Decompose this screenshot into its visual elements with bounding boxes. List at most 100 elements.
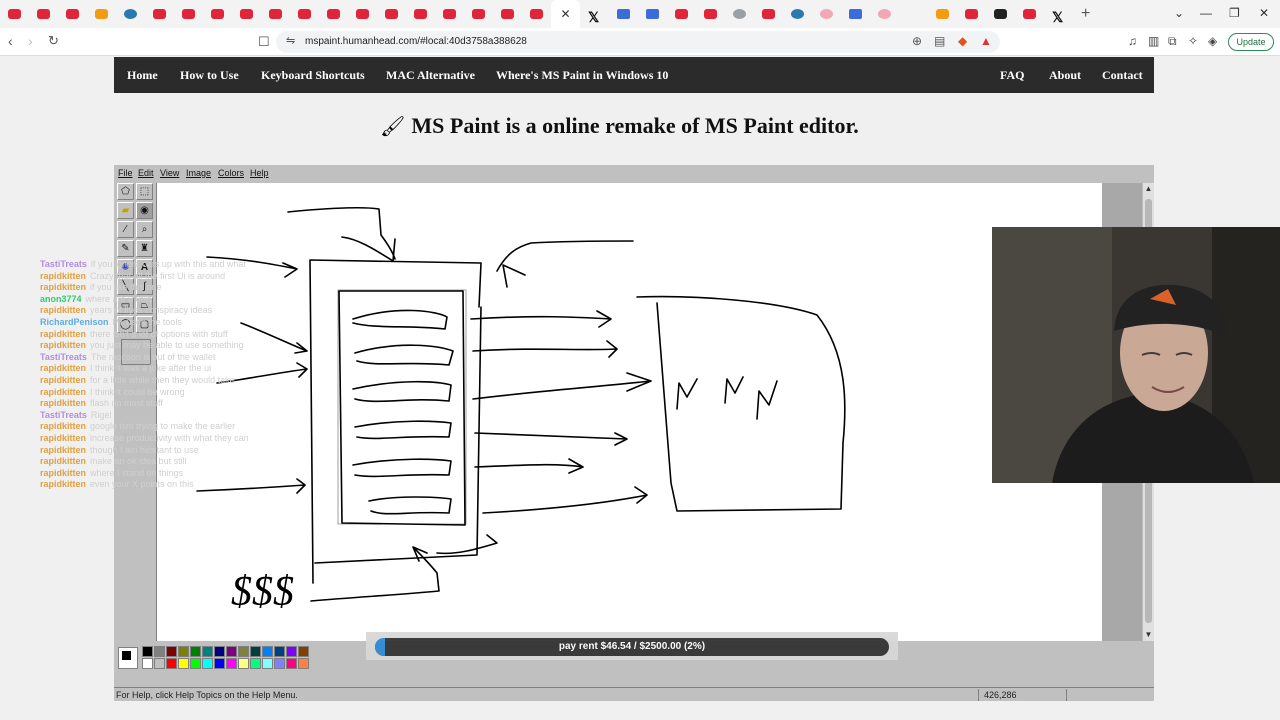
browser-tab[interactable] xyxy=(464,0,493,28)
palette-swatch[interactable] xyxy=(286,658,297,669)
brush-tool-icon[interactable]: ♜ xyxy=(136,240,153,257)
palette-swatch[interactable] xyxy=(286,646,297,657)
bookmark-icon[interactable]: ☐ xyxy=(258,34,270,50)
browser-tab[interactable] xyxy=(725,0,754,28)
palette-swatch[interactable] xyxy=(250,646,261,657)
palette-swatch[interactable] xyxy=(154,646,165,657)
nav-home[interactable]: Home xyxy=(127,68,158,83)
back-icon[interactable]: ‹ xyxy=(8,33,13,49)
palette-swatch[interactable] xyxy=(202,646,213,657)
nav-how-to-use[interactable]: How to Use xyxy=(180,68,239,83)
nav-wheres-ms-paint[interactable]: Where's MS Paint in Windows 10 xyxy=(496,68,668,83)
color-picker-tool-icon[interactable]: ⁄ xyxy=(117,221,134,238)
palette-swatch[interactable] xyxy=(214,658,225,669)
screenshot-icon[interactable]: ⧉ xyxy=(1168,34,1177,49)
browser-tab[interactable] xyxy=(261,0,290,28)
free-select-tool-icon[interactable]: ⬠ xyxy=(117,183,134,200)
browser-tab[interactable] xyxy=(232,0,261,28)
browser-tab[interactable] xyxy=(609,0,638,28)
forward-icon[interactable]: › xyxy=(28,33,33,49)
palette-swatch[interactable] xyxy=(226,646,237,657)
browser-tab[interactable] xyxy=(754,0,783,28)
url-text[interactable]: mspaint.humanhead.com/#local:40d3758a388… xyxy=(305,36,527,47)
browser-tab[interactable] xyxy=(986,0,1015,28)
browser-tab[interactable] xyxy=(0,0,29,28)
scroll-down-icon[interactable]: ▼ xyxy=(1143,629,1154,640)
fill-tool-icon[interactable]: ◉ xyxy=(136,202,153,219)
menu-help[interactable]: Help xyxy=(250,168,269,178)
magnifier-tool-icon[interactable]: ⌕ xyxy=(136,221,153,238)
menu-image[interactable]: Image xyxy=(186,168,211,178)
palette-swatch[interactable] xyxy=(190,658,201,669)
browser-tab[interactable] xyxy=(203,0,232,28)
menu-edit[interactable]: Edit xyxy=(138,168,154,178)
palette-swatch[interactable] xyxy=(298,658,309,669)
pencil-tool-icon[interactable]: ✎ xyxy=(117,240,134,257)
palette-swatch[interactable] xyxy=(166,658,177,669)
close-tab-icon[interactable]: ✕ xyxy=(560,7,570,21)
palette-swatch[interactable] xyxy=(142,658,153,669)
nav-about[interactable]: About xyxy=(1049,68,1081,83)
browser-tab[interactable] xyxy=(638,0,667,28)
browser-tab[interactable]: 𝕏 xyxy=(580,0,609,28)
palette-swatch[interactable] xyxy=(178,646,189,657)
close-window-icon[interactable]: ✕ xyxy=(1259,6,1269,20)
palette-swatch[interactable] xyxy=(142,646,153,657)
zoom-icon[interactable]: ⊕ xyxy=(912,34,922,48)
browser-tab[interactable] xyxy=(667,0,696,28)
palette-swatch[interactable] xyxy=(154,658,165,669)
browser-tab[interactable] xyxy=(87,0,116,28)
browser-tab[interactable] xyxy=(899,0,928,28)
browser-tab[interactable] xyxy=(58,0,87,28)
minimize-icon[interactable]: — xyxy=(1200,6,1212,20)
vpn-icon[interactable]: ◈ xyxy=(1208,34,1217,48)
browser-tab[interactable] xyxy=(1015,0,1044,28)
update-button[interactable]: Update xyxy=(1228,33,1274,51)
browser-tab[interactable] xyxy=(812,0,841,28)
maximize-icon[interactable]: ❐ xyxy=(1229,6,1240,20)
rect-select-tool-icon[interactable]: ⬚ xyxy=(136,183,153,200)
browser-tab[interactable] xyxy=(928,0,957,28)
browser-tab[interactable] xyxy=(116,0,145,28)
current-color-indicator[interactable] xyxy=(118,647,138,669)
browser-tab[interactable] xyxy=(957,0,986,28)
palette-swatch[interactable] xyxy=(214,646,225,657)
menu-file[interactable]: File xyxy=(118,168,133,178)
browser-tab[interactable] xyxy=(870,0,899,28)
palette-swatch[interactable] xyxy=(262,646,273,657)
browser-tab[interactable] xyxy=(319,0,348,28)
scroll-up-icon[interactable]: ▲ xyxy=(1143,183,1154,194)
palette-swatch[interactable] xyxy=(238,658,249,669)
address-bar[interactable]: ⇋ mspaint.humanhead.com/#local:40d3758a3… xyxy=(276,31,1000,53)
active-tab[interactable]: ✕ xyxy=(551,0,580,28)
browser-tab[interactable] xyxy=(348,0,377,28)
browser-tab[interactable] xyxy=(841,0,870,28)
browser-tab[interactable] xyxy=(29,0,58,28)
browser-tab[interactable] xyxy=(696,0,725,28)
browser-tab[interactable] xyxy=(290,0,319,28)
palette-swatch[interactable] xyxy=(226,658,237,669)
browser-tab[interactable] xyxy=(435,0,464,28)
browser-tab[interactable]: 𝕏 xyxy=(1044,0,1073,28)
browser-tab[interactable] xyxy=(406,0,435,28)
browser-tab[interactable] xyxy=(174,0,203,28)
tab-search-icon[interactable]: ⌄ xyxy=(1174,6,1184,20)
browser-tab[interactable] xyxy=(377,0,406,28)
palette-swatch[interactable] xyxy=(178,658,189,669)
browser-tab[interactable] xyxy=(522,0,551,28)
palette-swatch[interactable] xyxy=(238,646,249,657)
reload-icon[interactable]: ↻ xyxy=(48,33,59,49)
nav-mac-alternative[interactable]: MAC Alternative xyxy=(386,68,475,83)
nav-faq[interactable]: FAQ xyxy=(1000,68,1024,83)
browser-tab[interactable] xyxy=(145,0,174,28)
palette-swatch[interactable] xyxy=(250,658,261,669)
palette-swatch[interactable] xyxy=(262,658,273,669)
browser-tab[interactable] xyxy=(783,0,812,28)
palette-swatch[interactable] xyxy=(274,646,285,657)
browser-tab[interactable] xyxy=(493,0,522,28)
menu-colors[interactable]: Colors xyxy=(218,168,244,178)
palette-swatch[interactable] xyxy=(202,658,213,669)
extensions-icon[interactable]: ✧ xyxy=(1188,34,1198,48)
palette-swatch[interactable] xyxy=(166,646,177,657)
nav-contact[interactable]: Contact xyxy=(1102,68,1143,83)
